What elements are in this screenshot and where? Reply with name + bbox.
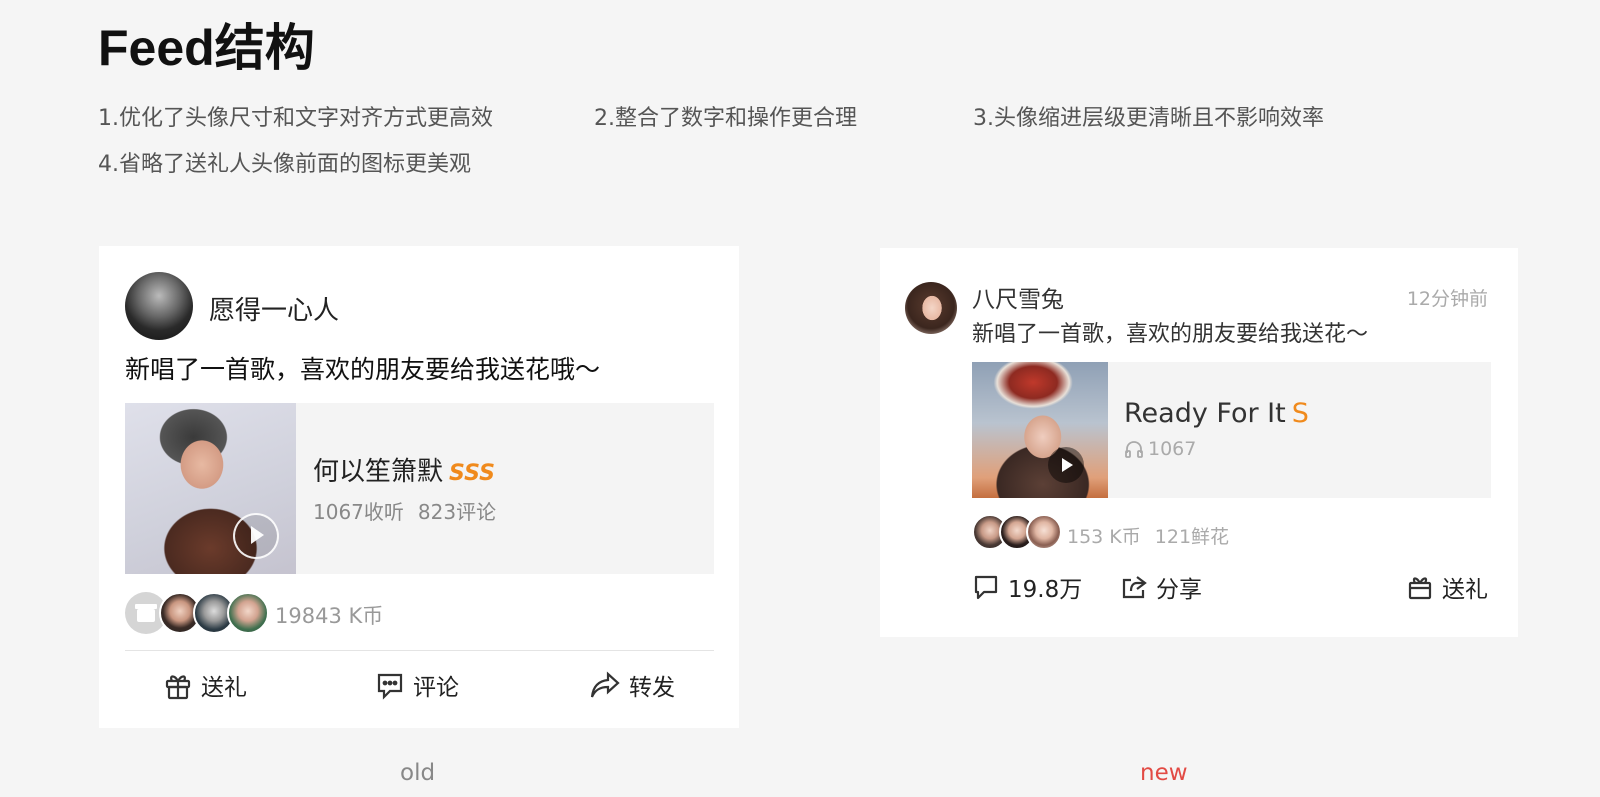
avatar[interactable] [125, 272, 193, 340]
forward-label: 转发 [629, 675, 675, 701]
comment-icon [974, 575, 998, 600]
user-name[interactable]: 八尺雪兔 [972, 280, 1064, 314]
note-3: 3.头像缩进层级更清晰且不影响效率 [973, 106, 1324, 131]
share-label: 分享 [1156, 577, 1202, 603]
forward-button[interactable]: 转发 [589, 668, 675, 702]
new-label: new [1140, 760, 1188, 786]
new-feed-card: 八尺雪兔 12分钟前 新唱了一首歌，喜欢的朋友要给我送花～ Ready For … [880, 248, 1518, 637]
coin-total: 153 K币 [1067, 526, 1141, 548]
page-title: Feed结构 [98, 20, 315, 76]
gift-label: 送礼 [1442, 577, 1488, 603]
comment-button[interactable]: 19.8万 [972, 570, 1082, 604]
listen-number: 1067 [1148, 438, 1197, 460]
gift-icon [1408, 577, 1432, 600]
comment-count: 823评论 [417, 500, 497, 524]
divider [125, 650, 714, 651]
song-cover[interactable] [972, 362, 1108, 498]
gift-button[interactable]: 送礼 [1406, 570, 1488, 604]
song-title: 何以笙箫默 SSS [313, 451, 495, 488]
song-badge: SSS [449, 461, 495, 486]
song-title: Ready For It S [1124, 398, 1309, 429]
share-icon [1122, 576, 1147, 599]
flower-total: 121鲜花 [1154, 526, 1230, 548]
headphone-icon [1125, 441, 1143, 458]
song-title-text: 何以笙箫默 [313, 457, 444, 487]
gifter-avatar[interactable] [1026, 514, 1062, 550]
note-4: 4.省略了送礼人头像前面的图标更美观 [98, 152, 471, 177]
comment-button[interactable]: 评论 [375, 668, 459, 702]
gift-label: 送礼 [201, 675, 247, 701]
listen-count: 1067 [1124, 438, 1196, 460]
gift-button[interactable]: 送礼 [163, 668, 247, 702]
comment-label: 评论 [413, 675, 459, 701]
post-time: 12分钟前 [1406, 288, 1488, 310]
user-name[interactable]: 愿得一心人 [209, 290, 339, 327]
comment-count: 19.8万 [1008, 577, 1083, 603]
forward-icon [590, 671, 620, 698]
gift-icon [165, 675, 191, 700]
avatar[interactable] [905, 282, 957, 334]
old-label: old [400, 760, 436, 786]
note-2: 2.整合了数字和操作更合理 [594, 106, 857, 131]
song-title-text: Ready For It [1124, 398, 1286, 429]
song-media-card[interactable]: 何以笙箫默 SSS 1067收听 823评论 [125, 403, 714, 574]
coin-total: 19843 K币 [275, 604, 384, 628]
share-button[interactable]: 分享 [1120, 570, 1202, 604]
post-text: 新唱了一首歌，喜欢的朋友要给我送花哦～ [125, 355, 601, 384]
song-media-card[interactable]: Ready For It S 1067 [972, 362, 1491, 498]
post-text: 新唱了一首歌，喜欢的朋友要给我送花～ [972, 322, 1369, 347]
gift-stats: 153 K币 121鲜花 [1067, 522, 1229, 549]
song-stats: 1067收听 823评论 [313, 496, 496, 525]
comment-icon [377, 673, 403, 700]
song-badge: S [1291, 398, 1309, 429]
play-icon[interactable] [233, 513, 279, 559]
old-feed-card: 愿得一心人 新唱了一首歌，喜欢的朋友要给我送花哦～ 何以笙箫默 SSS 1067收… [99, 246, 739, 728]
play-icon[interactable] [1048, 447, 1084, 483]
note-1: 1.优化了头像尺寸和文字对齐方式更高效 [98, 106, 493, 131]
gifter-avatar[interactable] [227, 592, 269, 634]
listen-count: 1067收听 [313, 500, 404, 524]
